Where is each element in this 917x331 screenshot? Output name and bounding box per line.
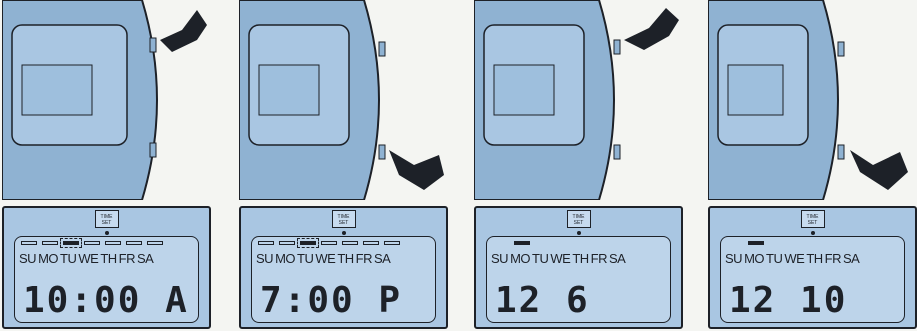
hour-digits: 12 [729,280,777,321]
day-label-fr: FR [824,251,842,266]
minute-digits: 00 [94,280,142,321]
lcd-panel-2: TIME SET SU MO TU WE TH FR SA 7:00 P [239,206,448,329]
lcd-panel-3: TIME SET SU MO TU WE TH FR SA 12 6 [474,206,683,329]
day-label-fr: FR [590,251,608,266]
lcd-display: SU MO TU WE TH FR SA 10:00 A [14,236,199,323]
day-bar [126,241,142,245]
mode-dot-icon [104,231,109,235]
day-label-tu: TU [532,251,549,266]
day-bar [279,241,295,245]
scene-4 [708,0,917,200]
mode-indicator: TIME SET [566,210,591,228]
day-bar [147,241,163,245]
day-bar [258,241,274,245]
day-label-mo: MO [275,251,296,266]
day-label-su: SU [491,251,509,266]
ampm-indicator: P [378,280,403,321]
hour-digits: 10 [23,280,71,321]
day-label-tu: TU [60,251,77,266]
mode-label: SET [807,220,818,226]
day-label-tu: TU [766,251,783,266]
day-bars [21,238,163,248]
minute-digits: 10 [800,280,848,321]
day-label-su: SU [19,251,37,266]
colon: : [70,280,95,321]
minute-digits: 00 [307,280,355,321]
mode-dot-icon [341,231,346,235]
day-bar [748,241,764,245]
colon: : [283,280,308,321]
day-labels: SU MO TU WE TH FR SA [725,251,860,266]
mode-label: SET [573,220,584,226]
minute-digits: 6 [566,280,590,321]
mode-indicator: TIME SET [94,210,119,228]
day-label-sa: SA [843,251,860,266]
day-bars [258,238,400,248]
time-digits: 7:00 P [260,281,402,321]
day-bar [363,241,379,245]
day-label-fr: FR [355,251,373,266]
scene-3 [474,0,683,200]
day-label-fr: FR [118,251,136,266]
day-label-su: SU [725,251,743,266]
lcd-display: SU MO TU WE TH FR SA 12 6 [486,236,671,323]
day-bar [514,241,530,245]
day-label-sa: SA [137,251,154,266]
day-bar [21,241,37,245]
mode-indicator: TIME SET [331,210,356,228]
day-label-tu: TU [297,251,314,266]
day-bars [727,241,869,245]
day-label-su: SU [256,251,274,266]
day-label-mo: MO [744,251,765,266]
time-digits: 12 6 [495,281,590,321]
time-digits: 10:00 A [23,281,189,321]
ampm-indicator: A [165,280,189,321]
day-labels: SU MO TU WE TH FR SA [19,251,154,266]
scene-2 [239,0,448,200]
day-bar [105,241,121,245]
mode-label: SET [338,220,349,226]
day-label-mo: MO [38,251,59,266]
day-label-we: WE [78,251,99,266]
day-bar [60,238,82,248]
day-bar [321,241,337,245]
lcd-panel-4: TIME SET SU MO TU WE TH FR SA 12 10 [708,206,917,329]
day-label-th: TH [337,251,354,266]
time-digits: 12 10 [729,281,847,321]
mode-label: SET [101,220,112,226]
day-label-th: TH [806,251,823,266]
day-label-we: WE [550,251,571,266]
day-labels: SU MO TU WE TH FR SA [256,251,391,266]
day-bar [84,241,100,245]
lcd-display: SU MO TU WE TH FR SA 7:00 P [251,236,436,323]
day-label-sa: SA [374,251,391,266]
day-bar [297,238,319,248]
hour-digits: 12 [495,280,543,321]
day-bars [493,241,635,245]
day-label-we: WE [784,251,805,266]
lcd-display: SU MO TU WE TH FR SA 12 10 [720,236,905,323]
lcd-panel-1: TIME SET SU MO TU WE TH FR SA 10:00 A [2,206,211,329]
mode-indicator: TIME SET [800,210,825,228]
day-bar [384,241,400,245]
day-label-th: TH [572,251,589,266]
hour-digits: 7 [260,280,284,321]
day-bar [42,241,58,245]
day-label-mo: MO [510,251,531,266]
day-label-sa: SA [609,251,626,266]
mode-dot-icon [576,231,581,235]
day-labels: SU MO TU WE TH FR SA [491,251,626,266]
day-bar [342,241,358,245]
mode-dot-icon [810,231,815,235]
day-label-we: WE [315,251,336,266]
scene-1 [2,0,211,200]
day-label-th: TH [100,251,117,266]
